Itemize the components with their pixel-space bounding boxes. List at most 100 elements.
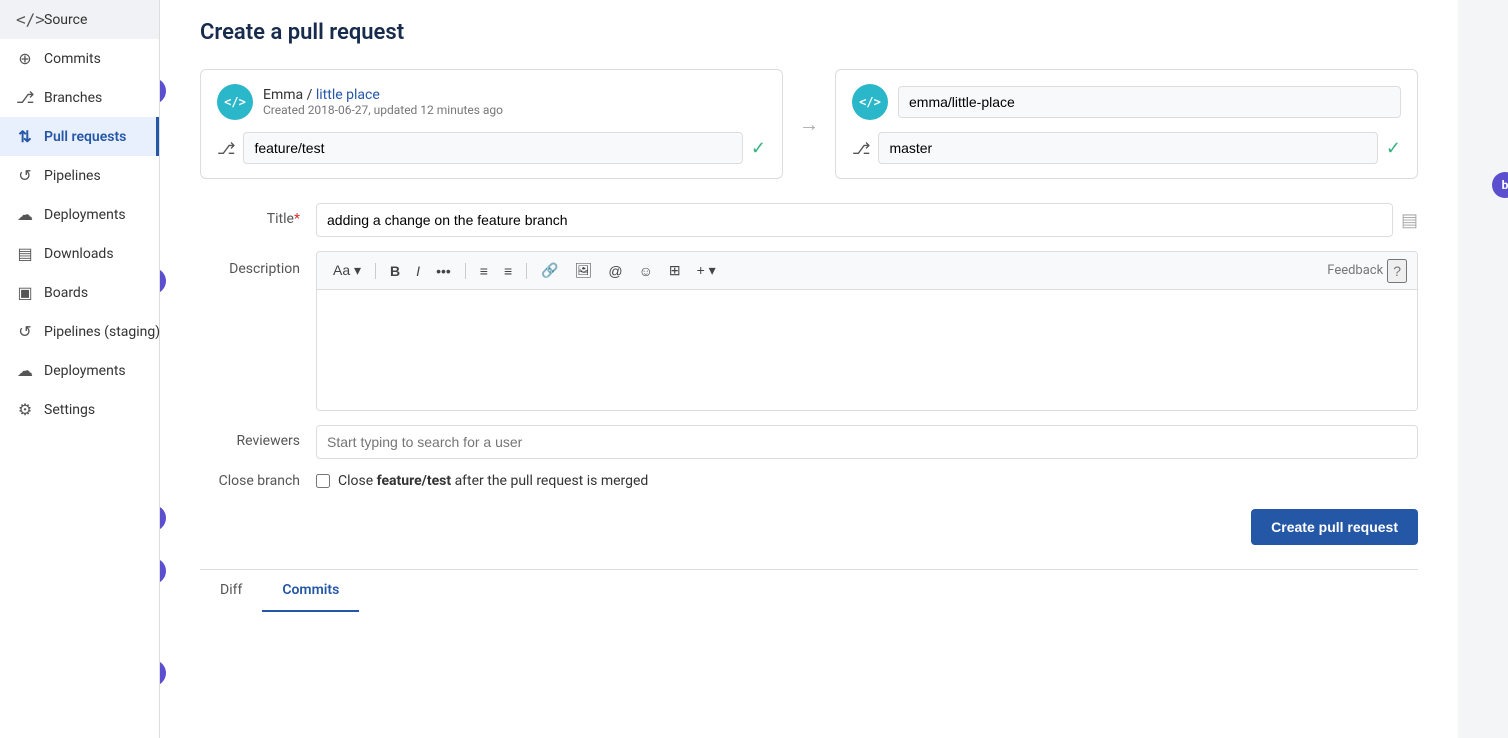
main-content: Create a pull request </> Emma / little … bbox=[160, 0, 1458, 738]
title-row: Title* ▤ bbox=[200, 203, 1418, 237]
dest-repo-icon: </> bbox=[852, 84, 888, 120]
dest-branch-select-row: ⎇ master ✓ bbox=[852, 132, 1401, 164]
sidebar-item-pipelines[interactable]: ↺ Pipelines bbox=[0, 156, 159, 195]
tab-diff[interactable]: Diff bbox=[200, 570, 262, 612]
sidebar-item-label: Pull requests bbox=[44, 129, 126, 145]
downloads-icon: ▤ bbox=[16, 244, 34, 263]
submit-row: Create pull request bbox=[200, 509, 1418, 545]
image-btn[interactable]: 🖼 bbox=[569, 258, 599, 283]
source-repo-name: Emma / little place bbox=[263, 87, 503, 103]
sidebar-item-deployments[interactable]: ☁ Deployments bbox=[0, 195, 159, 234]
description-row: Description Aa ▾ B I ••• bbox=[200, 251, 1418, 411]
create-pull-request-button[interactable]: Create pull request bbox=[1251, 509, 1418, 545]
italic-btn[interactable]: I bbox=[410, 259, 426, 283]
sidebar-item-label: Deployments bbox=[44, 363, 126, 379]
source-branch-dropdown[interactable]: feature/test bbox=[243, 132, 742, 164]
reviewers-input[interactable] bbox=[316, 425, 1418, 459]
link-btn[interactable]: 🔗 bbox=[535, 258, 564, 283]
source-icon: </> bbox=[16, 10, 34, 29]
add-btn[interactable]: + ▾ bbox=[691, 258, 722, 283]
toolbar-sep-3 bbox=[526, 263, 527, 279]
sidebar-item-commits[interactable]: ⊕ Commits bbox=[0, 39, 159, 78]
more-btn[interactable]: ••• bbox=[430, 259, 457, 283]
arrow-right-icon: → bbox=[799, 112, 819, 137]
sidebar-item-label: Deployments bbox=[44, 207, 126, 223]
source-repo-info: Emma / little place Created 2018-06-27, … bbox=[263, 87, 503, 117]
sidebar-item-deployments-2[interactable]: ☁ Deployments bbox=[0, 351, 159, 390]
description-label: Description bbox=[200, 251, 300, 277]
description-editor: Aa ▾ B I ••• ≡ ≡ 🔗 bbox=[316, 251, 1418, 411]
source-repo-icon: </> bbox=[217, 84, 253, 120]
dest-branch-dropdown[interactable]: master bbox=[878, 132, 1377, 164]
sidebar-item-pull-requests[interactable]: ⇅ Pull requests bbox=[0, 117, 159, 156]
source-repo-link[interactable]: little place bbox=[316, 87, 380, 103]
dest-branch-card: </> emma/little-place ⎇ master ✓ bbox=[835, 69, 1418, 179]
commits-icon: ⊕ bbox=[16, 49, 34, 68]
sidebar-item-pipelines-staging[interactable]: ↺ Pipelines (staging) bbox=[0, 312, 159, 351]
sidebar-item-downloads[interactable]: ▤ Downloads bbox=[0, 234, 159, 273]
toolbar-sep-1 bbox=[375, 263, 376, 279]
boards-icon: ▣ bbox=[16, 283, 34, 302]
sidebar-item-label: Branches bbox=[44, 90, 102, 106]
mention-btn[interactable]: @ bbox=[602, 259, 628, 283]
deployments-icon: ☁ bbox=[16, 205, 34, 224]
source-branch-card: </> Emma / little place Created 2018-06-… bbox=[200, 69, 783, 179]
sidebar-item-label: Downloads bbox=[44, 246, 114, 262]
sidebar-item-boards[interactable]: ▣ Boards bbox=[0, 273, 159, 312]
close-branch-text: Close feature/test after the pull reques… bbox=[338, 473, 648, 489]
ol-btn[interactable]: ≡ bbox=[498, 259, 518, 283]
dest-repo-selector: emma/little-place bbox=[898, 86, 1401, 118]
bold-btn[interactable]: B bbox=[384, 259, 406, 283]
source-card-header: </> Emma / little place Created 2018-06-… bbox=[217, 84, 766, 120]
template-icon: ▤ bbox=[1401, 210, 1418, 231]
reviewers-label: Reviewers bbox=[200, 425, 300, 449]
tab-commits[interactable]: Commits bbox=[262, 570, 359, 612]
editor-body[interactable] bbox=[317, 290, 1417, 410]
source-branch-icon: ⎇ bbox=[217, 139, 235, 158]
branch-selector-row: </> Emma / little place Created 2018-06-… bbox=[200, 69, 1418, 179]
page-title: Create a pull request bbox=[200, 20, 1418, 45]
pipelines-icon: ↺ bbox=[16, 166, 34, 185]
dest-repo-dropdown[interactable]: emma/little-place bbox=[898, 86, 1401, 118]
dest-check-icon: ✓ bbox=[1386, 138, 1401, 159]
close-branch-label: Close branch bbox=[200, 473, 300, 489]
emoji-btn[interactable]: ☺ bbox=[633, 259, 659, 283]
close-branch-check: Close feature/test after the pull reques… bbox=[316, 473, 648, 489]
toolbar-sep-2 bbox=[465, 263, 466, 279]
deployments-2-icon: ☁ bbox=[16, 361, 34, 380]
close-branch-checkbox[interactable] bbox=[316, 474, 330, 488]
sidebar-item-label: Settings bbox=[44, 402, 95, 418]
source-repo-meta: Created 2018-06-27, updated 12 minutes a… bbox=[263, 103, 503, 117]
help-btn[interactable]: ? bbox=[1387, 259, 1407, 283]
sidebar-item-branches[interactable]: ⎇ Branches bbox=[0, 78, 159, 117]
source-check-icon: ✓ bbox=[751, 138, 766, 159]
feedback-link[interactable]: Feedback bbox=[1327, 263, 1383, 278]
ul-btn[interactable]: ≡ bbox=[474, 259, 494, 283]
annotation-b: b bbox=[1492, 172, 1508, 198]
source-branch-select-row: ⎇ feature/test ✓ bbox=[217, 132, 766, 164]
reviewers-row: Reviewers bbox=[200, 425, 1418, 459]
sidebar-item-label: Pipelines bbox=[44, 168, 101, 184]
settings-icon: ⚙ bbox=[16, 400, 34, 419]
text-style-btn[interactable]: Aa ▾ bbox=[327, 258, 367, 283]
sidebar-item-settings[interactable]: ⚙ Settings bbox=[0, 390, 159, 429]
dest-card-header: </> emma/little-place bbox=[852, 84, 1401, 120]
pipelines-staging-icon: ↺ bbox=[16, 322, 34, 341]
sidebar: </> Source ⊕ Commits ⎇ Branches ⇅ Pull r… bbox=[0, 0, 160, 738]
table-btn[interactable]: ⊞ bbox=[663, 258, 687, 283]
sidebar-item-label: Boards bbox=[44, 285, 88, 301]
title-input[interactable] bbox=[316, 203, 1393, 237]
sidebar-item-label: Pipelines (staging) bbox=[44, 324, 160, 340]
editor-toolbar: Aa ▾ B I ••• ≡ ≡ 🔗 bbox=[317, 252, 1417, 290]
pull-requests-icon: ⇅ bbox=[16, 127, 34, 146]
dest-branch-icon: ⎇ bbox=[852, 139, 870, 158]
title-label: Title* bbox=[200, 203, 300, 227]
tabs-row: Diff Commits bbox=[200, 569, 1418, 612]
sidebar-item-source[interactable]: </> Source bbox=[0, 0, 159, 39]
branches-icon: ⎇ bbox=[16, 88, 34, 107]
dest-icon-text: </> bbox=[859, 95, 881, 109]
sidebar-item-label: Commits bbox=[44, 51, 101, 67]
sidebar-item-label: Source bbox=[44, 12, 87, 28]
close-branch-row: Close branch Close feature/test after th… bbox=[200, 473, 1418, 489]
source-icon-text: </> bbox=[224, 95, 246, 109]
